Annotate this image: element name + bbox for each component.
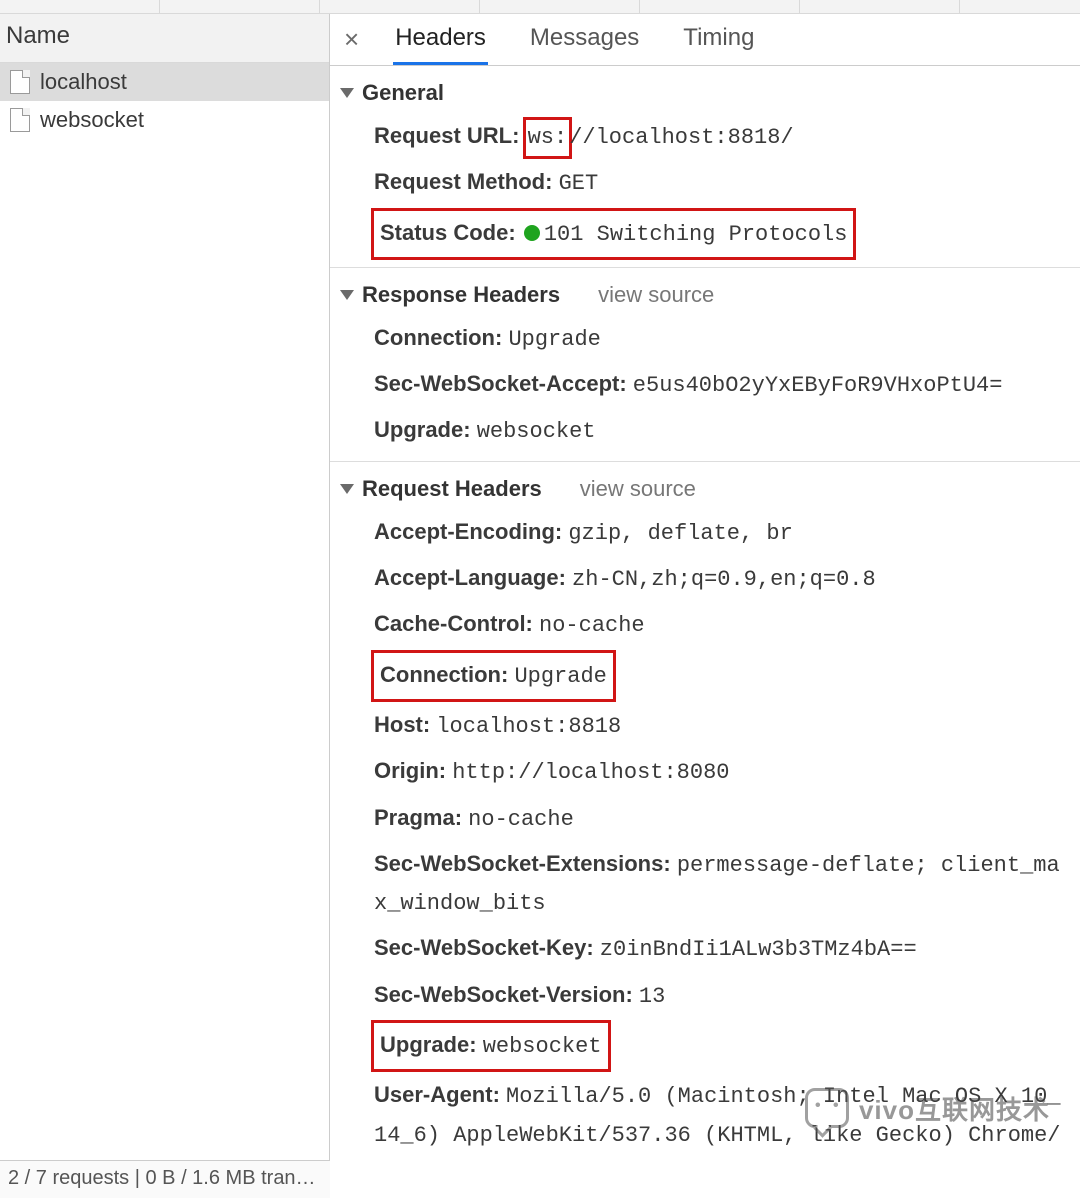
caret-down-icon [340,484,354,494]
kv-request-header: Accept-Language: zh-CN,zh;q=0.9,en;q=0.8 [330,556,1080,602]
toolbar-strip [0,0,1080,14]
watermark-text: vivo互联网技术 [859,1090,1050,1127]
view-source-link[interactable]: view source [580,476,696,502]
request-row[interactable]: websocket [0,101,329,139]
kv-request-header: Pragma: no-cache [330,796,1080,842]
header-key: Sec-WebSocket-Accept: [374,371,627,396]
header-value: z0inBndIi1ALw3b3TMz4bA== [600,937,917,962]
file-icon [10,70,30,94]
kv-response-header: Upgrade: websocket [330,408,1080,454]
kv-request-header: Sec-WebSocket-Extensions: permessage-def… [330,842,1080,927]
value-request-method: GET [559,171,599,196]
network-sidebar: Name localhost websocket [0,14,330,1160]
kv-response-header: Sec-WebSocket-Accept: e5us40bO2yYxEByFoR… [330,362,1080,408]
kv-request-header: Sec-WebSocket-Key: z0inBndIi1ALw3b3TMz4b… [330,926,1080,972]
label-status-code: Status Code: [380,220,516,245]
header-key: Upgrade: [374,417,471,442]
caret-down-icon [340,88,354,98]
section-title-response: Response Headers [362,282,560,308]
section-response-headers[interactable]: Response Headers view source [330,267,1080,316]
kv-request-header: Sec-WebSocket-Version: 13 [330,973,1080,1019]
header-key: Pragma: [374,805,462,830]
header-value: websocket [477,419,596,444]
kv-request-method: Request Method: GET [330,160,1080,206]
kv-request-header: Cache-Control: no-cache [330,602,1080,648]
label-request-method: Request Method: [374,169,552,194]
highlight-box: Connection: Upgrade [374,653,613,699]
section-title-request: Request Headers [362,476,542,502]
header-value: no-cache [539,613,645,638]
header-value: no-cache [468,807,574,832]
kv-request-header: Upgrade: websocket [330,1019,1080,1073]
kv-request-header: Connection: Upgrade [330,649,1080,703]
header-key: Origin: [374,758,446,783]
header-key: Accept-Encoding: [374,519,562,544]
header-key: Host: [374,712,430,737]
header-key: Accept-Language: [374,565,566,590]
value-request-url-rest: //localhost:8818/ [569,125,793,150]
status-bar: 2 / 7 requests | 0 B / 1.6 MB tran… [0,1160,330,1198]
kv-request-header: Origin: http://localhost:8080 [330,749,1080,795]
header-value: Upgrade [508,327,600,352]
highlight-ws-scheme: ws: [526,120,570,156]
header-key: User-Agent: [374,1082,500,1107]
header-value: zh-CN,zh;q=0.9,en;q=0.8 [572,567,876,592]
label-request-url: Request URL: [374,123,519,148]
kv-request-url: Request URL: ws://localhost:8818/ [330,114,1080,160]
section-request-headers[interactable]: Request Headers view source [330,461,1080,510]
request-row-label: websocket [40,107,144,133]
request-row[interactable]: localhost [0,63,329,101]
header-key: Sec-WebSocket-Extensions: [374,851,671,876]
detail-pane: × Headers Messages Timing General Request … [330,14,1080,1160]
kv-request-header: Host: localhost:8818 [330,703,1080,749]
status-dot-icon [524,225,540,241]
header-key: Cache-Control: [374,611,533,636]
chat-bubble-icon [805,1088,849,1128]
header-value: 13 [639,984,665,1009]
kv-request-header: Accept-Encoding: gzip, deflate, br [330,510,1080,556]
section-general[interactable]: General [330,72,1080,114]
header-value: http://localhost:8080 [452,760,729,785]
header-value: localhost:8818 [436,714,621,739]
sidebar-header-name[interactable]: Name [0,14,329,63]
section-title-general: General [362,80,444,106]
kv-status-code: Status Code: 101 Switching Protocols [330,207,1080,261]
detail-tabs: × Headers Messages Timing [330,14,1080,66]
highlight-box: Upgrade: websocket [374,1023,608,1069]
header-value: Upgrade [514,664,606,689]
caret-down-icon [340,290,354,300]
headers-content: General Request URL: ws://localhost:8818… [330,66,1080,1160]
file-icon [10,108,30,132]
close-icon[interactable]: × [338,24,365,55]
header-value: e5us40bO2yYxEByFoR9VHxoPtU4= [633,373,1003,398]
view-source-link[interactable]: view source [598,282,714,308]
header-key: Sec-WebSocket-Key: [374,935,594,960]
header-value: gzip, deflate, br [568,521,792,546]
tab-messages[interactable]: Messages [528,14,641,65]
header-key: Connection: [374,325,502,350]
tab-timing[interactable]: Timing [681,14,756,65]
watermark: vivo互联网技术 [805,1088,1050,1128]
header-key: Sec-WebSocket-Version: [374,982,633,1007]
kv-response-header: Connection: Upgrade [330,316,1080,362]
header-value: websocket [483,1034,602,1059]
request-list: localhost websocket [0,63,329,1160]
header-key: Upgrade: [380,1032,477,1057]
request-row-label: localhost [40,69,127,95]
tab-headers[interactable]: Headers [393,14,488,65]
value-status-code: 101 Switching Protocols [544,222,848,247]
highlight-status-code: Status Code: 101 Switching Protocols [374,211,853,257]
header-key: Connection: [380,662,508,687]
